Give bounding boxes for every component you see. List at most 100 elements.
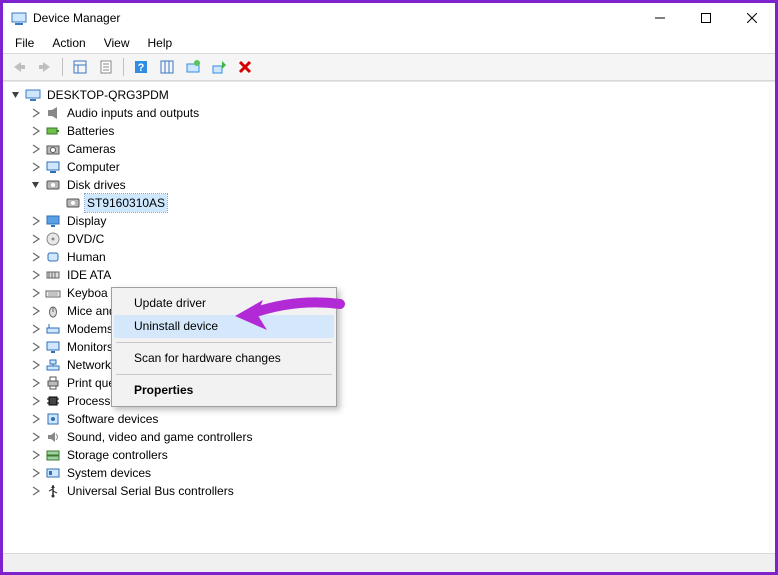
device-tree[interactable]: DESKTOP-QRG3PDM Audio inputs and outputs…: [3, 82, 775, 553]
forward-button[interactable]: [33, 56, 57, 78]
tree-category[interactable]: Cameras: [7, 140, 775, 158]
chevron-right-icon[interactable]: [29, 268, 43, 282]
tree-category-label: Storage controllers: [65, 446, 170, 464]
chevron-right-icon[interactable]: [29, 466, 43, 480]
tree-category-label: Monitors: [65, 338, 115, 356]
chevron-right-icon[interactable]: [29, 250, 43, 264]
dvd-icon: [45, 231, 61, 247]
tree-category[interactable]: System devices: [7, 464, 775, 482]
menu-view[interactable]: View: [96, 35, 138, 51]
menu-action[interactable]: Action: [44, 35, 93, 51]
tree-category-label: DVD/C: [65, 230, 106, 248]
maximize-button[interactable]: [683, 3, 729, 33]
tree-category[interactable]: Sound, video and game controllers: [7, 428, 775, 446]
tree-category-label: IDE ATA: [65, 266, 113, 284]
cpu-icon: [45, 393, 61, 409]
usb-icon: [45, 483, 61, 499]
mouse-icon: [45, 303, 61, 319]
tree-category-label: Display: [65, 212, 108, 230]
tree-device[interactable]: ST9160310AS: [7, 194, 775, 212]
tree-category[interactable]: Display: [7, 212, 775, 230]
svg-text:?: ?: [138, 62, 145, 74]
status-bar: [3, 553, 775, 572]
software-icon: [45, 411, 61, 427]
chevron-right-icon[interactable]: [29, 106, 43, 120]
context-menu-item[interactable]: Uninstall device: [114, 315, 334, 338]
tree-category[interactable]: Human: [7, 248, 775, 266]
chevron-right-icon[interactable]: [29, 430, 43, 444]
minimize-button[interactable]: [637, 3, 683, 33]
chevron-right-icon[interactable]: [29, 484, 43, 498]
disk-icon: [45, 177, 61, 193]
chevron-right-icon[interactable]: [29, 142, 43, 156]
chevron-right-icon[interactable]: [29, 394, 43, 408]
tree-category-label: Cameras: [65, 140, 118, 158]
scan-hardware-button[interactable]: [181, 56, 205, 78]
toolbar-separator: [62, 58, 63, 76]
tree-category-label: Audio inputs and outputs: [65, 104, 201, 122]
tree-root-label: DESKTOP-QRG3PDM: [45, 86, 171, 104]
tree-category-label: Batteries: [65, 122, 116, 140]
back-button[interactable]: [7, 56, 31, 78]
menu-help[interactable]: Help: [140, 35, 181, 51]
context-menu-item[interactable]: Scan for hardware changes: [114, 347, 334, 370]
tree-category[interactable]: Computer: [7, 158, 775, 176]
properties-sheet-button[interactable]: [94, 56, 118, 78]
context-menu-item[interactable]: Update driver: [114, 292, 334, 315]
chevron-right-icon[interactable]: [29, 448, 43, 462]
chevron-right-icon[interactable]: [29, 214, 43, 228]
tree-device-label: ST9160310AS: [85, 194, 167, 212]
chevron-down-icon[interactable]: [29, 178, 43, 192]
menubar: File Action View Help: [3, 33, 775, 53]
context-menu-item[interactable]: Properties: [114, 379, 334, 402]
tree-category[interactable]: Audio inputs and outputs: [7, 104, 775, 122]
tree-category[interactable]: Batteries: [7, 122, 775, 140]
update-driver-button[interactable]: [207, 56, 231, 78]
menu-file[interactable]: File: [7, 35, 42, 51]
battery-icon: [45, 123, 61, 139]
chevron-right-icon[interactable]: [29, 412, 43, 426]
print-icon: [45, 375, 61, 391]
titlebar: Device Manager: [3, 3, 775, 33]
system-icon: [45, 465, 61, 481]
context-menu-separator: [116, 342, 332, 343]
chevron-right-icon[interactable]: [29, 376, 43, 390]
chevron-right-icon[interactable]: [29, 322, 43, 336]
expander-placeholder: [49, 196, 63, 210]
close-button[interactable]: [729, 3, 775, 33]
chevron-right-icon[interactable]: [29, 304, 43, 318]
context-menu-separator: [116, 374, 332, 375]
uninstall-button[interactable]: [233, 56, 257, 78]
tree-category[interactable]: Disk drives: [7, 176, 775, 194]
keyboard-icon: [45, 285, 61, 301]
columns-button[interactable]: [155, 56, 179, 78]
tree-category[interactable]: Universal Serial Bus controllers: [7, 482, 775, 500]
chevron-right-icon[interactable]: [29, 232, 43, 246]
chevron-right-icon[interactable]: [29, 286, 43, 300]
computer-icon: [45, 159, 61, 175]
tree-category[interactable]: Software devices: [7, 410, 775, 428]
tree-category[interactable]: DVD/C: [7, 230, 775, 248]
chevron-right-icon[interactable]: [29, 358, 43, 372]
sound-icon: [45, 429, 61, 445]
chevron-right-icon[interactable]: [29, 160, 43, 174]
tree-category-label: Modems: [65, 320, 115, 338]
tree-category-label: Software devices: [65, 410, 160, 428]
hid-icon: [45, 249, 61, 265]
chevron-down-icon[interactable]: [9, 88, 23, 102]
chevron-right-icon[interactable]: [29, 340, 43, 354]
help-button[interactable]: ?: [129, 56, 153, 78]
storage-icon: [45, 447, 61, 463]
tree-category-label: System devices: [65, 464, 153, 482]
disk-icon: [65, 195, 81, 211]
window-title: Device Manager: [33, 11, 120, 25]
chevron-right-icon[interactable]: [29, 124, 43, 138]
tree-category-label: Sound, video and game controllers: [65, 428, 254, 446]
tree-category-label: Computer: [65, 158, 122, 176]
tree-category[interactable]: IDE ATA: [7, 266, 775, 284]
tree-category-label: Universal Serial Bus controllers: [65, 482, 236, 500]
toolbar-separator: [123, 58, 124, 76]
show-hidden-button[interactable]: [68, 56, 92, 78]
tree-category[interactable]: Storage controllers: [7, 446, 775, 464]
tree-root[interactable]: DESKTOP-QRG3PDM: [7, 86, 775, 104]
